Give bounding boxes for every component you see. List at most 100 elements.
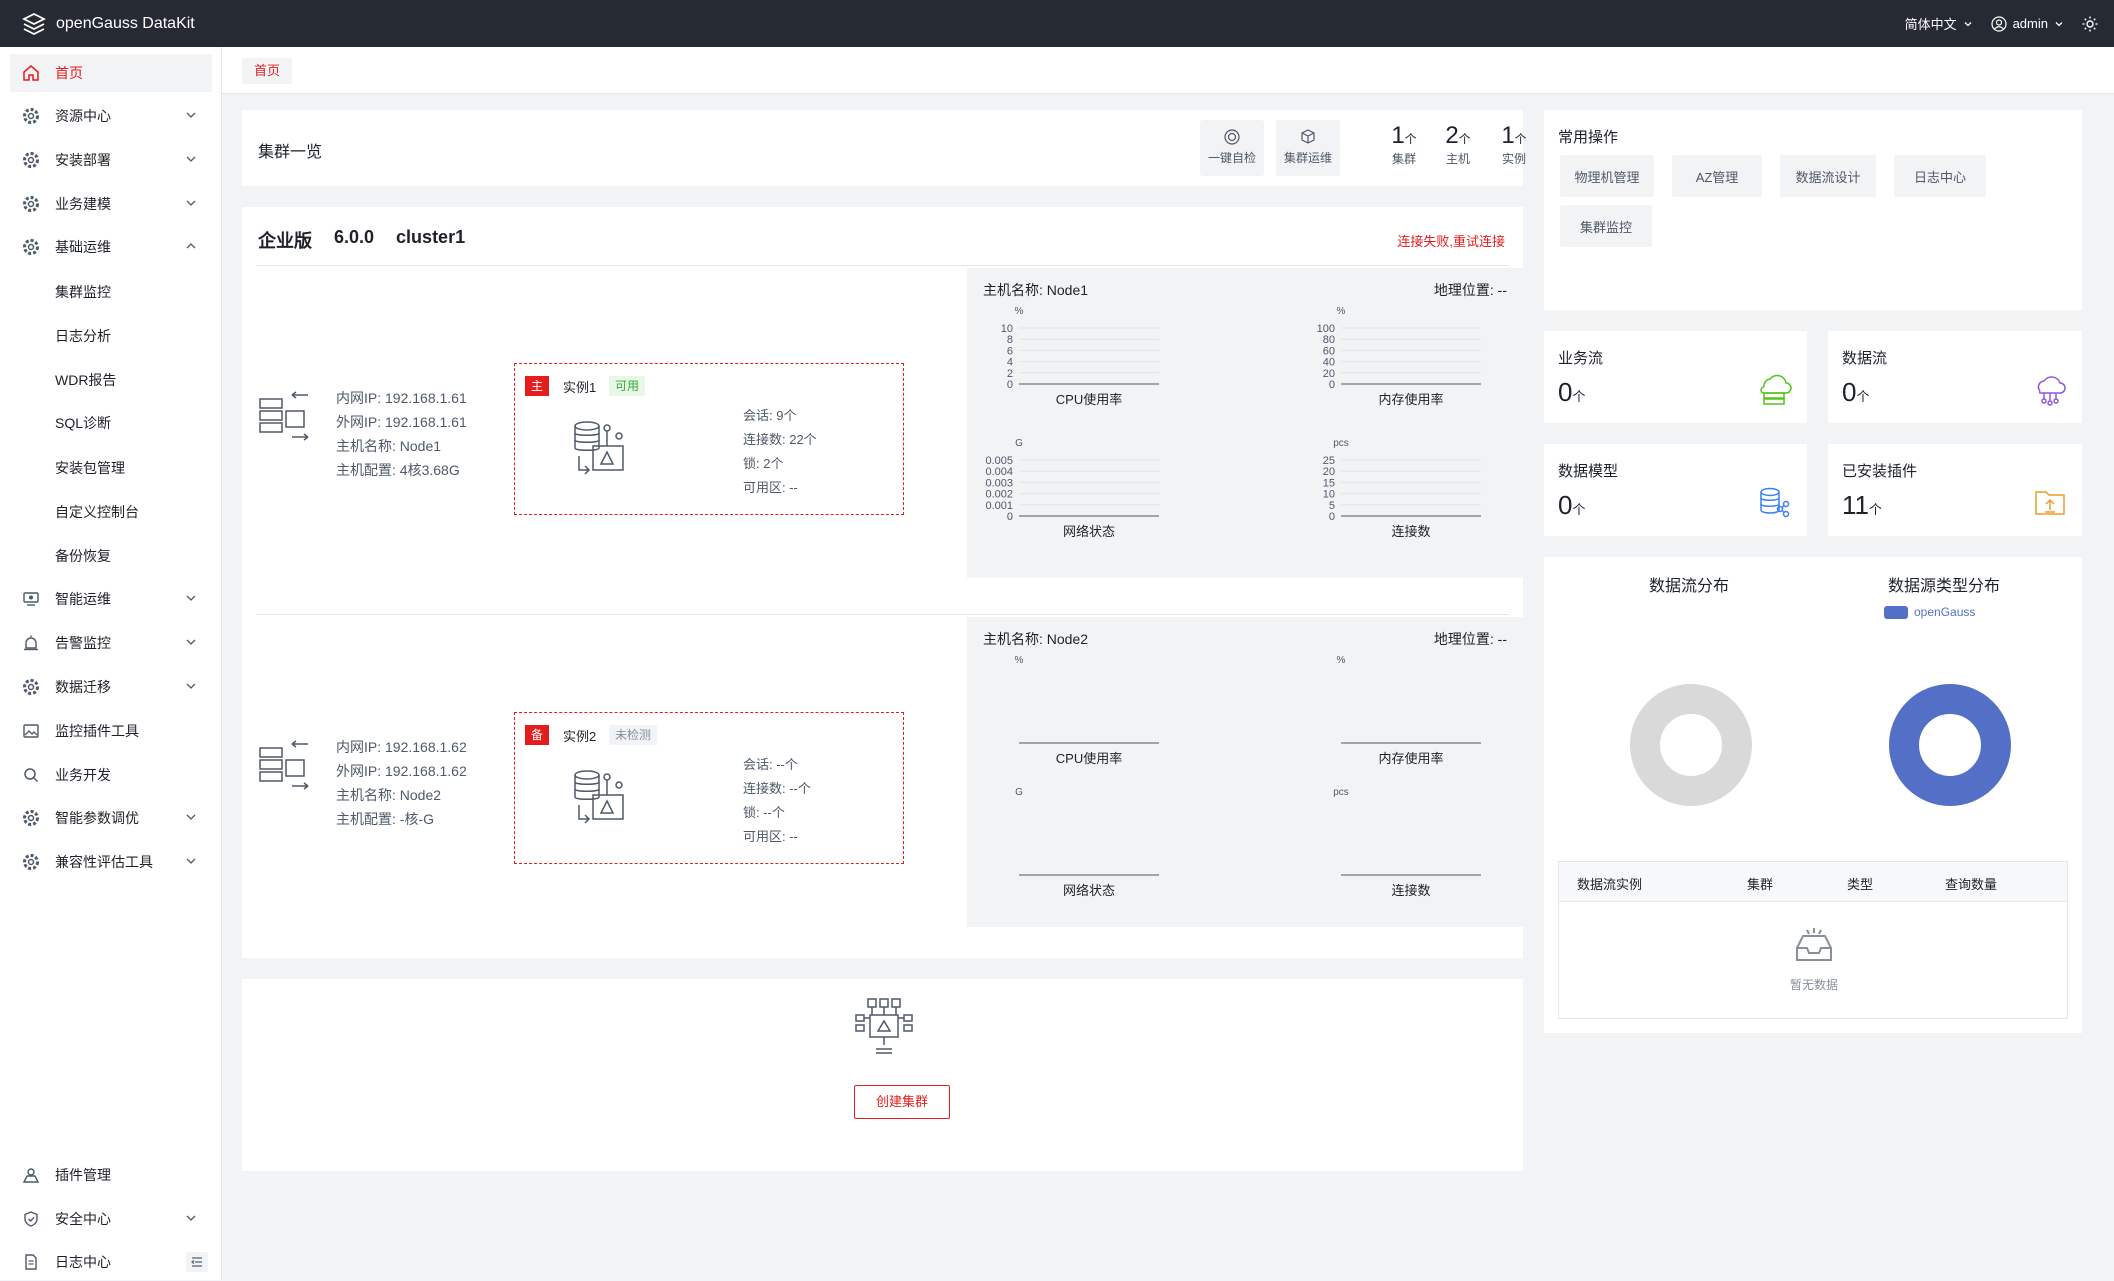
stat-card-installed-plugins[interactable]: 已安装插件 11个 <box>1828 444 2082 536</box>
y-tick-label: 10 <box>1001 323 1013 335</box>
axis-unit-label: % <box>1015 306 1024 317</box>
connection-count: 连接数: 22个 <box>743 432 817 447</box>
y-tick-label: 0 <box>1329 379 1335 391</box>
self-check-button[interactable]: 一键自检 <box>1200 120 1264 176</box>
create-cluster-button[interactable]: 创建集群 <box>854 1085 950 1119</box>
axis-unit-label: % <box>1337 306 1346 317</box>
sidebar-item-basic-ops[interactable]: 基础运维 <box>10 228 212 266</box>
chevron-down-icon <box>186 595 196 601</box>
cluster-edition: 企业版 <box>258 231 312 251</box>
node-row: 内网IP: 192.168.1.61 外网IP: 192.168.1.61 主机… <box>242 267 1523 612</box>
gear-icon <box>23 108 39 124</box>
sidebar-item-label: 基础运维 <box>55 239 111 255</box>
chart-title: 连接数 <box>1391 883 1430 898</box>
sidebar-subitem-package-mgmt[interactable]: 安装包管理 <box>55 458 125 478</box>
sidebar-item-smart-ops[interactable]: 智能运维 <box>10 580 212 618</box>
sidebar-item-resource-center[interactable]: 资源中心 <box>10 97 212 135</box>
session-count: 会话: --个 <box>743 757 798 772</box>
home-icon <box>23 65 39 81</box>
cluster-version: 6.0.0 <box>334 227 375 247</box>
sidebar-item-compat-tool[interactable]: 兼容性评估工具 <box>10 843 212 881</box>
axis-unit-label: % <box>1337 655 1346 666</box>
sidebar-item-plugin-mgmt[interactable]: 插件管理 <box>10 1156 212 1194</box>
az-mgmt-button[interactable]: AZ管理 <box>1672 155 1762 197</box>
sidebar-item-log-center[interactable]: 日志中心 <box>10 1243 212 1281</box>
y-tick-label: 10 <box>1323 489 1335 501</box>
user-menu[interactable]: admin <box>1990 15 2064 32</box>
chart-title: 连接数 <box>1391 524 1430 539</box>
sidebar-item-security-center[interactable]: 安全中心 <box>10 1200 212 1238</box>
stat-host: 2个 主机 <box>1440 122 1476 167</box>
sidebar-item-install-deploy[interactable]: 安装部署 <box>10 141 212 179</box>
language-select[interactable]: 简体中文 <box>1905 14 1973 33</box>
y-tick-label: 20 <box>1323 466 1335 478</box>
sidebar-item-data-migration[interactable]: 数据迁移 <box>10 668 212 706</box>
sidebar-item-alarm-monitor[interactable]: 告警监控 <box>10 624 212 662</box>
donut-empty-ring <box>1630 684 1752 806</box>
legend-label: openGauss <box>1914 605 1976 619</box>
cpu-usage-chart: %1086420 CPU使用率 <box>1001 306 1159 407</box>
col-header: 集群 <box>1747 877 1774 892</box>
stat-value-wrap: 0个 <box>1558 490 1585 521</box>
col-header: 数据流实例 <box>1577 877 1643 892</box>
stat-unit: 个 <box>1869 502 1883 517</box>
cpu-usage-chart: % CPU使用率 <box>1015 655 1159 766</box>
cluster-monitor-button[interactable]: 集群监控 <box>1560 205 1652 247</box>
axis-unit-label: G <box>1015 787 1023 798</box>
cluster-overview-card: 集群一览 一键自检 集群运维 1个 集群 2个 主机 1个 实例 <box>242 110 1527 186</box>
user-name: admin <box>2012 16 2048 31</box>
language-label: 简体中文 <box>1904 17 1957 32</box>
sidebar-subitem-wdr-report[interactable]: WDR报告 <box>55 370 116 390</box>
breadcrumb-tab-home[interactable]: 首页 <box>242 58 293 84</box>
sidebar-item-business-modeling[interactable]: 业务建模 <box>10 185 212 223</box>
chart-title: CPU使用率 <box>1056 751 1122 766</box>
y-tick-label: 0 <box>1329 511 1335 523</box>
chevron-down-icon <box>2055 21 2063 26</box>
axis-unit-label: pcs <box>1333 787 1349 798</box>
sidebar-item-param-tuning[interactable]: 智能参数调优 <box>10 799 212 837</box>
sidebar-item-label: 资源中心 <box>55 108 111 124</box>
stat-label: 数据流 <box>1842 350 1888 367</box>
gear-icon <box>23 196 39 212</box>
sidebar-item-label: 业务开发 <box>55 767 111 783</box>
sidebar-item-home[interactable]: 首页 <box>10 54 212 92</box>
sidebar-item-business-dev[interactable]: 业务开发 <box>10 756 212 794</box>
instance-box[interactable]: 主 实例1 可用 会话: 9个 连接数: 22个 锁: 2个 可用区: -- <box>514 363 904 515</box>
theme-toggle-sun-icon[interactable] <box>2082 16 2098 32</box>
folder-upload-icon <box>2035 491 2065 515</box>
sidebar-item-label: 兼容性评估工具 <box>55 854 153 870</box>
host-config: 主机配置: -核-G <box>336 811 434 827</box>
sidebar-subitem-custom-console[interactable]: 自定义控制台 <box>55 502 139 522</box>
log-center-button[interactable]: 日志中心 <box>1894 155 1986 197</box>
sidebar-subitem-sql-diagnosis[interactable]: SQL诊断 <box>55 413 111 433</box>
instance-name: 实例1 <box>563 380 597 395</box>
shield-icon <box>24 1211 38 1227</box>
stat-card-business-flow[interactable]: 业务流 0个 <box>1544 331 1807 423</box>
stat-cluster-label: 集群 <box>1391 152 1416 166</box>
cluster-ops-label: 集群运维 <box>1283 151 1332 165</box>
cluster-ops-button[interactable]: 集群运维 <box>1276 120 1340 176</box>
y-tick-label: 15 <box>1323 477 1335 489</box>
app-logo[interactable]: openGauss DataKit <box>22 12 195 36</box>
menu-fold-icon <box>191 1257 202 1267</box>
sidebar-subitem-backup-restore[interactable]: 备份恢复 <box>55 546 111 566</box>
sidebar-collapse-button[interactable] <box>186 1252 208 1272</box>
server-icon <box>259 391 309 441</box>
chart-legend[interactable]: openGauss <box>1884 605 1975 619</box>
memory-usage-chart: % 内存使用率 <box>1337 655 1481 766</box>
sidebar-subitem-cluster-monitor[interactable]: 集群监控 <box>55 282 111 302</box>
stat-card-data-model[interactable]: 数据模型 0个 <box>1544 444 1807 536</box>
instance-box[interactable]: 备 实例2 未检测 会话: --个 连接数: --个 锁: --个 可用区: -… <box>514 712 904 864</box>
dataflow-design-button[interactable]: 数据流设计 <box>1780 155 1876 197</box>
sidebar-subitem-log-analysis[interactable]: 日志分析 <box>55 326 111 346</box>
connections-chart: pcs 连接数 <box>1333 787 1481 898</box>
sidebar-item-monitor-plugin-tool[interactable]: 监控插件工具 <box>10 712 212 750</box>
y-tick-label: 8 <box>1007 334 1013 346</box>
donut-slice-opengauss[interactable] <box>1889 684 2011 806</box>
physical-machine-mgmt-button[interactable]: 物理机管理 <box>1560 155 1654 197</box>
cluster-connection-status[interactable]: 连接失败,重试连接 <box>1397 231 1505 250</box>
axis-unit-label: pcs <box>1333 438 1349 449</box>
stat-card-data-flow[interactable]: 数据流 0个 <box>1828 331 2082 423</box>
common-ops-title: 常用操作 <box>1558 129 1619 146</box>
common-ops-card: 常用操作 物理机管理 AZ管理 数据流设计 日志中心 集群监控 <box>1544 110 2082 310</box>
